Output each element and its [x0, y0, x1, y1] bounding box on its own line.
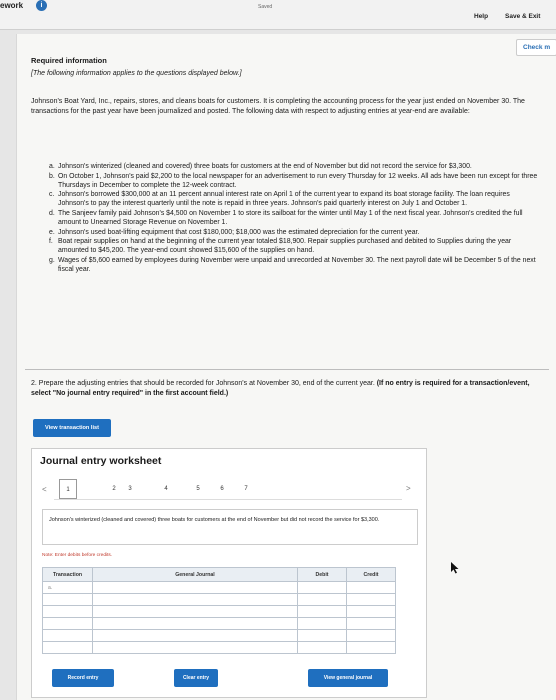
list-item: b. On October 1, Johnson's paid $2,200 to… — [49, 172, 538, 189]
tab-4[interactable]: 4 — [157, 481, 175, 497]
account-field[interactable] — [92, 641, 298, 654]
debits-note: Note: Enter debits before credits. — [42, 553, 113, 558]
table-row — [42, 605, 396, 618]
view-transaction-list-button[interactable]: View transaction list — [33, 419, 111, 437]
section-divider — [25, 369, 549, 370]
transaction-cell — [42, 629, 93, 642]
table-row: a. — [42, 581, 396, 594]
journal-entry-worksheet: Journal entry worksheet < 1 2 3 4 5 6 7 … — [31, 448, 427, 698]
debit-field[interactable] — [297, 581, 347, 594]
transaction-description: Johnson's winterized (cleaned and covere… — [42, 509, 418, 545]
adjustment-items: a. Johnson's winterized (cleaned and cove… — [49, 162, 539, 275]
transaction-cell — [42, 605, 93, 618]
clear-entry-button[interactable]: Clear entry — [174, 669, 218, 687]
account-field[interactable] — [92, 629, 298, 642]
journal-table: Transaction General Journal Debit Credit… — [42, 567, 396, 654]
list-item: g. Wages of $5,600 earned by employees du… — [49, 256, 536, 274]
debit-field[interactable] — [297, 617, 347, 630]
worksheet-title: Journal entry worksheet — [40, 455, 162, 467]
column-header-general-journal: General Journal — [92, 567, 298, 582]
record-entry-button[interactable]: Record entry — [52, 669, 114, 687]
question-panel: Check m Required information [The follow… — [16, 34, 556, 700]
table-row — [42, 617, 396, 630]
list-item: e. Johnson's used boat-lifting equipment … — [49, 228, 420, 236]
list-item: a. Johnson's winterized (cleaned and cove… — [49, 163, 472, 170]
transaction-cell: a. — [42, 581, 93, 594]
debit-field[interactable] — [297, 629, 347, 642]
list-item: f. Boat repair supplies on hand at the be… — [49, 238, 512, 255]
account-field[interactable] — [92, 593, 298, 606]
app-title: ework — [0, 1, 24, 10]
tab-1[interactable]: 1 — [59, 479, 77, 499]
column-header-transaction: Transaction — [42, 567, 93, 582]
next-arrow-icon[interactable]: > — [406, 484, 411, 493]
required-info-title: Required information — [31, 56, 107, 65]
tab-5[interactable]: 5 — [189, 481, 207, 497]
required-info-note: [The following information applies to th… — [31, 70, 242, 77]
check-my-work-button[interactable]: Check m — [516, 39, 556, 56]
credit-field[interactable] — [346, 605, 396, 618]
credit-field[interactable] — [346, 629, 396, 642]
view-general-journal-button[interactable]: View general journal — [308, 669, 388, 687]
table-row — [42, 641, 396, 654]
credit-field[interactable] — [346, 641, 396, 654]
transaction-cell — [42, 593, 93, 606]
top-bar: ework i Saved Help Save & Exit — [0, 0, 556, 30]
tab-3[interactable]: 3 — [121, 481, 139, 497]
saved-status: Saved — [258, 4, 273, 10]
question-text: 2. Prepare the adjusting entries that sh… — [31, 380, 530, 397]
account-field[interactable] — [92, 581, 298, 594]
tab-6[interactable]: 6 — [213, 481, 231, 497]
credit-field[interactable] — [346, 617, 396, 630]
column-header-credit: Credit — [346, 567, 396, 582]
prev-arrow-icon[interactable]: < — [42, 485, 47, 494]
account-field[interactable] — [92, 617, 298, 630]
transaction-cell — [42, 641, 93, 654]
tab-7[interactable]: 7 — [237, 481, 255, 497]
list-item: d. The Sanjeev family paid Johnson's $4,5… — [49, 209, 523, 227]
table-row — [42, 629, 396, 642]
problem-intro: Johnson's Boat Yard, Inc., repairs, stor… — [31, 98, 525, 115]
help-button[interactable]: Help — [474, 13, 488, 20]
table-header-row: Transaction General Journal Debit Credit — [42, 567, 396, 582]
tabs-divider — [54, 499, 402, 500]
info-icon[interactable]: i — [36, 0, 47, 11]
list-item: c. Johnson's borrowed $300,000 at an 11 p… — [49, 191, 510, 208]
column-header-debit: Debit — [297, 567, 347, 582]
debit-field[interactable] — [297, 593, 347, 606]
table-row — [42, 593, 396, 606]
debit-field[interactable] — [297, 641, 347, 654]
credit-field[interactable] — [346, 593, 396, 606]
credit-field[interactable] — [346, 581, 396, 594]
transaction-cell — [42, 617, 93, 630]
save-exit-button[interactable]: Save & Exit — [505, 13, 540, 20]
debit-field[interactable] — [297, 605, 347, 618]
account-field[interactable] — [92, 605, 298, 618]
